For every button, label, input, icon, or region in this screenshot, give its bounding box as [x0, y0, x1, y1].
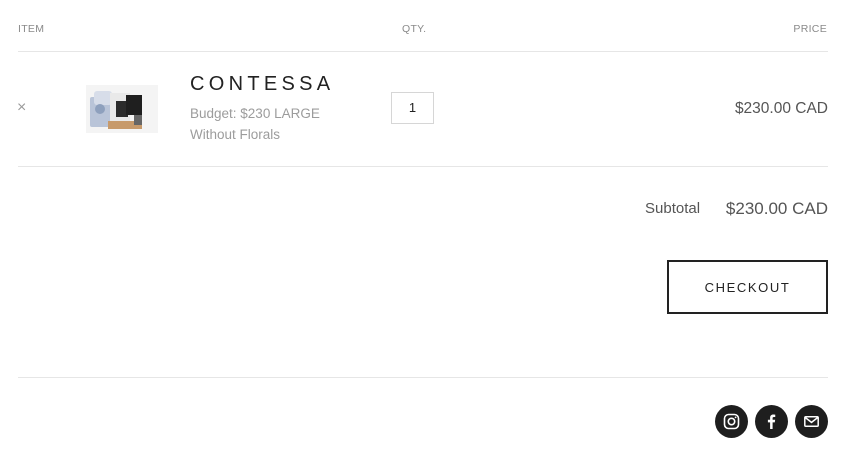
- facebook-icon: [767, 414, 776, 429]
- product-name[interactable]: CONTESSA: [190, 73, 334, 96]
- item-divider: [18, 166, 828, 167]
- column-header-item: ITEM: [18, 23, 45, 35]
- instagram-link[interactable]: [715, 405, 748, 438]
- variant-budget: Budget: $230 LARGE: [190, 106, 320, 121]
- subtotal-label: Subtotal: [645, 200, 701, 217]
- column-header-price: PRICE: [793, 23, 827, 35]
- line-item-price: $230.00 CAD: [734, 100, 828, 117]
- remove-item-button[interactable]: ×: [17, 99, 26, 117]
- email-icon: [804, 416, 819, 427]
- quantity-input[interactable]: 1: [391, 92, 434, 124]
- instagram-icon: [723, 413, 740, 430]
- column-header-qty: QTY.: [402, 23, 427, 35]
- variant-florals: Without Florals: [190, 127, 281, 142]
- checkout-button[interactable]: CHECKOUT: [667, 260, 828, 314]
- email-link[interactable]: [795, 405, 828, 438]
- footer-divider: [18, 377, 828, 378]
- facebook-link[interactable]: [755, 405, 788, 438]
- subtotal-value: $230.00 CAD: [725, 199, 828, 218]
- product-thumbnail-image: [86, 85, 158, 133]
- header-divider: [18, 51, 828, 52]
- product-thumbnail[interactable]: [86, 85, 158, 133]
- product-variant: Budget: $230 LARGE Without Florals: [190, 103, 340, 145]
